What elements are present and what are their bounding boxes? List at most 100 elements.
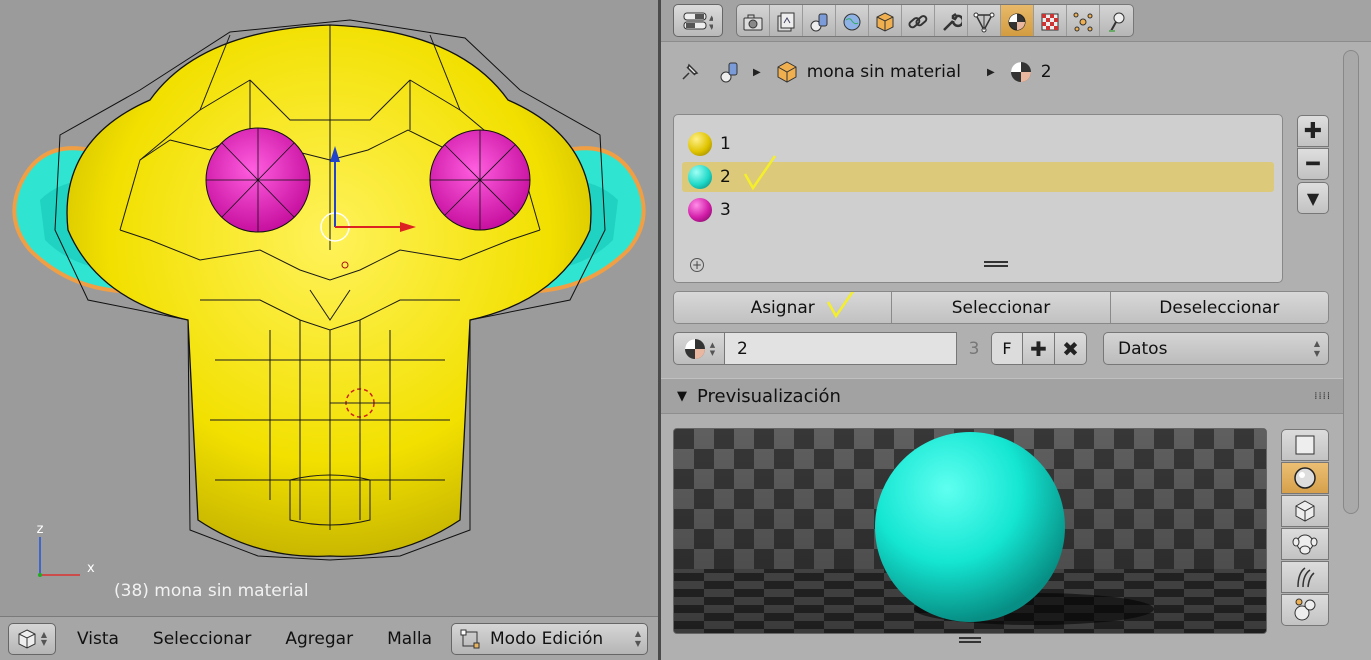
breadcrumb-material: 2	[1040, 62, 1052, 82]
svg-text:▼: ▼	[709, 23, 713, 31]
spheres-icon	[1294, 598, 1316, 621]
tab-modifiers[interactable]	[935, 5, 968, 36]
close-icon: ✖	[1062, 336, 1079, 361]
preview-panel-title: Previsualización	[697, 385, 841, 407]
slot-specials-button[interactable]: ▼	[1297, 182, 1329, 214]
collapse-triangle-icon: ▼	[677, 388, 687, 404]
material-name-field[interactable]: 2	[725, 332, 957, 365]
slot-label: 2	[720, 167, 731, 187]
browse-material-button[interactable]: ▲ ▼	[673, 332, 725, 365]
world-icon	[843, 13, 861, 30]
unlink-material-button[interactable]: ✖	[1055, 332, 1087, 365]
assign-button[interactable]: Asignar	[674, 292, 893, 323]
menu-vista[interactable]: Vista	[60, 629, 136, 649]
deselect-button[interactable]: Deseleccionar	[1110, 292, 1328, 323]
tab-data[interactable]	[968, 5, 1001, 36]
camera-icon	[743, 14, 763, 30]
remove-slot-button[interactable]: ━	[1297, 148, 1329, 180]
properties-icon: ▲ ▼	[683, 12, 713, 31]
menu-malla[interactable]: Malla	[370, 629, 449, 649]
list-filter-icon[interactable]: +	[690, 258, 704, 272]
sphere-icon	[1294, 467, 1316, 489]
tab-texture[interactable]	[1034, 5, 1067, 36]
scene-crumb-icon	[720, 62, 738, 83]
tab-material[interactable]	[1001, 5, 1034, 36]
link-select[interactable]: Datos ▲ ▼	[1103, 332, 1329, 365]
panel-resize-grip[interactable]	[959, 637, 981, 643]
breadcrumb-arrow-icon: ▶	[986, 66, 995, 78]
cube-view-icon	[18, 628, 36, 649]
plane-icon	[1295, 435, 1315, 455]
material-ball-icon	[688, 198, 712, 222]
material-browse-icon	[684, 338, 705, 359]
mode-label: Modo Edición	[490, 628, 604, 649]
tab-scene[interactable]	[803, 5, 836, 36]
material-preview	[673, 428, 1267, 634]
slot-side-buttons: ✚ ━ ▼	[1297, 115, 1329, 215]
material-datablock-row: ▲ ▼ 2 3 F ✚ ✖	[673, 332, 1087, 365]
3d-viewport[interactable]: z x (38) mona sin material	[0, 0, 658, 616]
link-label: Datos	[1118, 338, 1168, 359]
material-crumb-icon	[1010, 62, 1031, 82]
preview-type-buttons	[1281, 429, 1329, 627]
drag-handle-icon[interactable]: ⁞⁞⁞⁞	[1314, 391, 1331, 402]
tab-particles[interactable]	[1067, 5, 1100, 36]
scene-icon	[810, 13, 828, 31]
slot-label: 1	[720, 134, 731, 154]
tab-constraints[interactable]	[902, 5, 935, 36]
tab-render[interactable]	[737, 5, 770, 36]
mesh-data-icon	[973, 12, 995, 32]
checkmark-annotation-icon	[743, 155, 776, 191]
pin-icon[interactable]	[677, 59, 703, 85]
edit-mode-slot-buttons: Asignar Seleccionar Deseleccionar	[673, 291, 1329, 324]
plus-icon: ✚	[1030, 336, 1047, 361]
wrench-icon	[943, 12, 962, 31]
tab-world[interactable]	[836, 5, 869, 36]
assign-label: Asignar	[750, 297, 815, 318]
menu-seleccionar[interactable]: Seleccionar	[136, 629, 268, 649]
axis-x-label: x	[87, 561, 95, 576]
preview-cube-button[interactable]	[1281, 495, 1329, 527]
tab-object[interactable]	[869, 5, 902, 36]
object-icon	[876, 11, 894, 32]
hair-icon	[1297, 567, 1315, 588]
tab-render-layers[interactable]	[770, 5, 803, 36]
new-material-button[interactable]: ✚	[1023, 332, 1055, 365]
properties-scrollbar[interactable]	[1343, 50, 1359, 514]
render-layers-icon	[777, 12, 795, 31]
texture-icon	[1041, 13, 1059, 30]
svg-text:▲: ▲	[709, 14, 713, 22]
material-slot[interactable]: 3	[682, 195, 1274, 225]
preview-hair-button[interactable]	[1281, 561, 1329, 593]
material-ball-icon	[688, 132, 712, 156]
object-crumb-icon	[777, 61, 797, 83]
breadcrumb-arrow-icon: ▶	[753, 66, 761, 78]
properties-editor-type-button[interactable]: ▲ ▼	[673, 4, 723, 37]
preview-sphere-button[interactable]	[1281, 462, 1329, 494]
tab-physics[interactable]	[1100, 5, 1133, 36]
material-slot-selected[interactable]: 2	[682, 155, 1274, 192]
add-slot-button[interactable]: ✚	[1297, 115, 1329, 147]
slot-label: 3	[720, 200, 731, 220]
preview-flat-button[interactable]	[1281, 429, 1329, 461]
select-button[interactable]: Seleccionar	[892, 292, 1111, 323]
preview-sphere	[875, 432, 1065, 622]
material-slot-list: 1 2 3 +	[673, 114, 1283, 283]
chain-link-icon	[908, 14, 928, 28]
list-resize-grip[interactable]	[984, 261, 1008, 267]
material-icon	[1008, 13, 1026, 30]
particles-icon	[1073, 12, 1093, 31]
axis-z-label: z	[37, 522, 44, 537]
preview-monkey-button[interactable]	[1281, 528, 1329, 560]
menu-agregar[interactable]: Agregar	[268, 629, 370, 649]
preview-sphere-a-button[interactable]	[1281, 594, 1329, 626]
monkey-icon	[1292, 534, 1318, 555]
editor-type-button[interactable]: ▲ ▼	[8, 622, 56, 655]
material-ball-icon	[688, 165, 712, 189]
preview-panel-header[interactable]: ▼ Previsualización ⁞⁞⁞⁞	[661, 378, 1343, 414]
object-info-label: (38) mona sin material	[114, 581, 309, 601]
fake-user-button[interactable]: F	[991, 332, 1023, 365]
viewport-header: ▲ ▼ Vista Seleccionar Agregar Malla Modo …	[0, 616, 658, 660]
monkey-mesh-render: z x	[12, 19, 646, 577]
mode-select[interactable]: Modo Edición ▲ ▼	[451, 622, 649, 655]
